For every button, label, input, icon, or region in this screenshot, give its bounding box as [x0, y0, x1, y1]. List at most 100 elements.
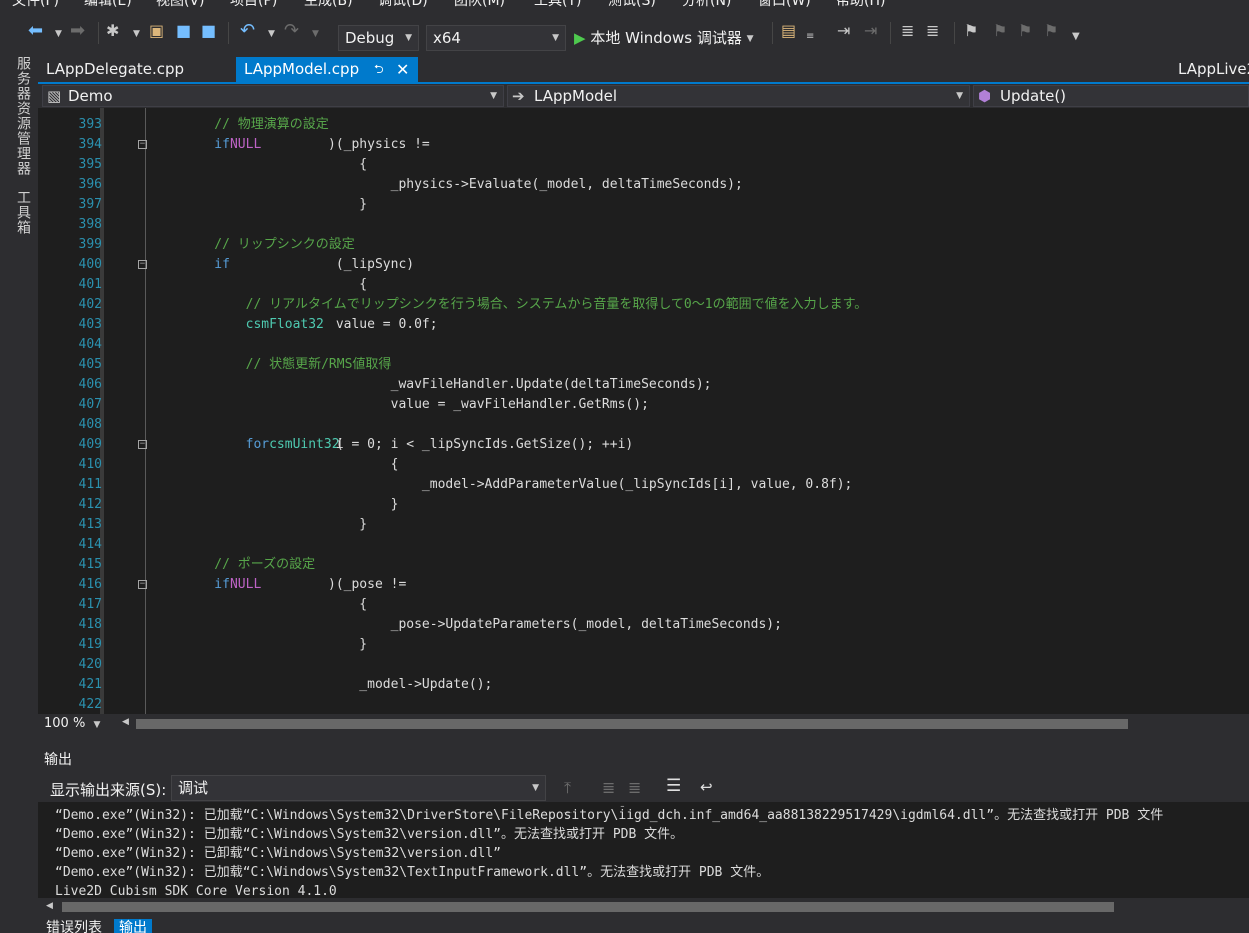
code-line[interactable]: 412 } [38, 495, 1249, 515]
code-token: // リアルタイムでリップシンクを行う場合、システムから音量を取得して0～1の範… [183, 297, 868, 312]
prev-bookmark-icon[interactable]: ⚑ [993, 22, 1007, 40]
output-hscroll-thumb[interactable] [62, 902, 1114, 912]
code-line[interactable]: 407 value = _wavFileHandler.GetRms(); [38, 395, 1249, 415]
back-icon[interactable]: ⬅ [28, 22, 43, 40]
collapse-icon[interactable]: − [138, 440, 147, 449]
word-wrap-icon[interactable]: ↩ [700, 778, 713, 796]
code-line[interactable]: 401 { [38, 275, 1249, 295]
step-disabled-icon[interactable]: ⇥ [864, 22, 877, 40]
member-dropdown[interactable]: ⬢ Update() [973, 85, 1249, 107]
code-line[interactable]: 418 _pose->UpdateParameters(_model, delt… [38, 615, 1249, 635]
menu-project[interactable]: 项目(P) [230, 0, 277, 8]
save-icon[interactable]: ■ [176, 22, 191, 40]
menu-view[interactable]: 视图(V) [156, 0, 205, 8]
menu-edit[interactable]: 编辑(E) [84, 0, 132, 8]
menu-build[interactable]: 生成(B) [304, 0, 353, 8]
overflow-icon[interactable]: ≡ [806, 28, 814, 46]
pin-icon[interactable]: ⮌ [374, 57, 384, 82]
next-bookmark-icon[interactable]: ⚑ [1018, 22, 1032, 40]
code-line[interactable]: 396 _physics->Evaluate(_model, deltaTime… [38, 175, 1249, 195]
menu-file[interactable]: 文件(F) [12, 0, 59, 8]
code-line[interactable]: 394 − if (_physics != NULL) [38, 135, 1249, 155]
code-token: NULL [229, 577, 262, 592]
open-folder-icon[interactable]: ▣ [149, 22, 164, 40]
prev-message-icon[interactable]: ≣ [602, 778, 615, 797]
tab-error-list[interactable]: 错误列表 [46, 919, 102, 933]
code-line[interactable]: 416 − if (_pose != NULL) [38, 575, 1249, 595]
code-line[interactable]: 420 [38, 655, 1249, 675]
menu-analyze[interactable]: 分析(N) [682, 0, 731, 8]
new-dropdown-icon[interactable]: ▼ [133, 25, 140, 43]
start-debugging-button[interactable]: ▶ 本地 Windows 调试器 ▼ [574, 25, 754, 51]
server-explorer-tab[interactable]: 服务器资源管理器 [10, 56, 31, 176]
menu-help[interactable]: 帮助(H) [836, 0, 885, 8]
code-editor[interactable]: 393 // 物理演算の設定 394 − if (_physics != NULL)… [38, 108, 1249, 714]
menu-debug[interactable]: 调试(D) [378, 0, 428, 8]
close-icon[interactable]: ✕ [396, 57, 409, 82]
collapse-icon[interactable]: − [138, 260, 147, 269]
next-message-icon[interactable]: ≣ [628, 778, 641, 797]
code-line[interactable]: 404 [38, 335, 1249, 355]
menu-tools[interactable]: 工具(T) [534, 0, 581, 8]
config-combo[interactable]: Debug ▼ [338, 25, 419, 51]
undo-dropdown-icon[interactable]: ▼ [268, 25, 275, 43]
code-line[interactable]: 410 { [38, 455, 1249, 475]
code-line[interactable]: 414 [38, 535, 1249, 555]
outdent-icon[interactable]: ≣ [901, 22, 914, 40]
code-line[interactable]: 393 // 物理演算の設定 [38, 115, 1249, 135]
new-project-icon[interactable]: ✱ [106, 22, 119, 40]
code-line[interactable]: 408 [38, 415, 1249, 435]
redo-icon[interactable]: ↷ [284, 22, 299, 40]
code-line[interactable]: 422 [38, 695, 1249, 714]
collapse-icon[interactable]: − [138, 140, 147, 149]
tab-output[interactable]: 输出 [114, 919, 152, 933]
code-line[interactable]: 421 _model->Update(); [38, 675, 1249, 695]
find-in-files-icon[interactable]: ▤ [781, 22, 796, 40]
find-message-icon[interactable]: ⤒ [564, 778, 571, 798]
menu-window[interactable]: 窗口(W) [758, 0, 811, 8]
redo-dropdown-icon[interactable]: ▼ [312, 25, 319, 43]
code-line[interactable]: 403 csmFloat32 value = 0.0f; [38, 315, 1249, 335]
tab-lappmodel[interactable]: LAppModel.cpp ⮌ ✕ [236, 57, 418, 82]
clear-bookmarks-icon[interactable]: ⚑ [1044, 22, 1058, 40]
code-line[interactable]: 409 − for (csmUint32 i = 0; i < _lipSyncI… [38, 435, 1249, 455]
code-line[interactable]: 397 } [38, 195, 1249, 215]
scroll-left-icon[interactable]: ◀ [122, 717, 129, 727]
code-line[interactable]: 402 // リアルタイムでリップシンクを行う場合、システムから音量を取得して0… [38, 295, 1249, 315]
code-line[interactable]: 405 // 状態更新/RMS値取得 [38, 355, 1249, 375]
menu-test[interactable]: 测试(S) [608, 0, 656, 8]
code-line[interactable]: 415 // ポーズの設定 [38, 555, 1249, 575]
indent-icon[interactable]: ≣ [926, 22, 939, 40]
line-number: 400 [78, 257, 102, 272]
code-line[interactable]: 395 { [38, 155, 1249, 175]
code-line[interactable]: 417 { [38, 595, 1249, 615]
forward-icon[interactable]: ➡ [70, 22, 85, 40]
code-line[interactable]: 411 _model->AddParameterValue(_lipSyncId… [38, 475, 1249, 495]
code-line[interactable]: 399 // リップシンクの設定 [38, 235, 1249, 255]
code-line[interactable]: 406 _wavFileHandler.Update(deltaTimeSeco… [38, 375, 1249, 395]
save-all-icon[interactable]: ■ [201, 22, 216, 40]
output-text[interactable]: _ _ - , “Demo.exe”(Win32): 已加载“C:\Window… [38, 802, 1249, 898]
class-dropdown[interactable]: ➔ LAppModel ▼ [507, 85, 970, 107]
tab-lapplive2d[interactable]: LAppLive2 [1170, 57, 1249, 82]
code-line[interactable]: 400 − if (_lipSync) [38, 255, 1249, 275]
tab-lappdelegate[interactable]: LAppDelegate.cpp [38, 57, 192, 82]
project-dropdown[interactable]: ▧ Demo ▼ [42, 85, 504, 107]
step-icon[interactable]: ⇥ [837, 22, 850, 40]
menu-team[interactable]: 团队(M) [454, 0, 505, 8]
collapse-icon[interactable]: − [138, 580, 147, 589]
editor-hscroll-thumb[interactable] [136, 719, 1128, 729]
code-line[interactable]: 398 [38, 215, 1249, 235]
bookmark-icon[interactable]: ⚑ [964, 22, 978, 40]
scroll-left-icon[interactable]: ◀ [46, 901, 53, 911]
clear-all-icon[interactable]: ☰ [666, 776, 681, 796]
code-line[interactable]: 419 } [38, 635, 1249, 655]
toolbar-options-icon[interactable]: ▼ [1072, 28, 1080, 46]
code-line[interactable]: 413 } [38, 515, 1249, 535]
platform-combo[interactable]: x64 ▼ [426, 25, 566, 51]
output-source-dropdown[interactable]: 调试 ▼ [171, 775, 546, 801]
back-dropdown-icon[interactable]: ▼ [55, 25, 62, 43]
toolbox-tab[interactable]: 工具箱 [10, 190, 31, 235]
zoom-level[interactable]: 100 % ▼ [44, 716, 114, 732]
undo-icon[interactable]: ↶ [240, 22, 255, 40]
